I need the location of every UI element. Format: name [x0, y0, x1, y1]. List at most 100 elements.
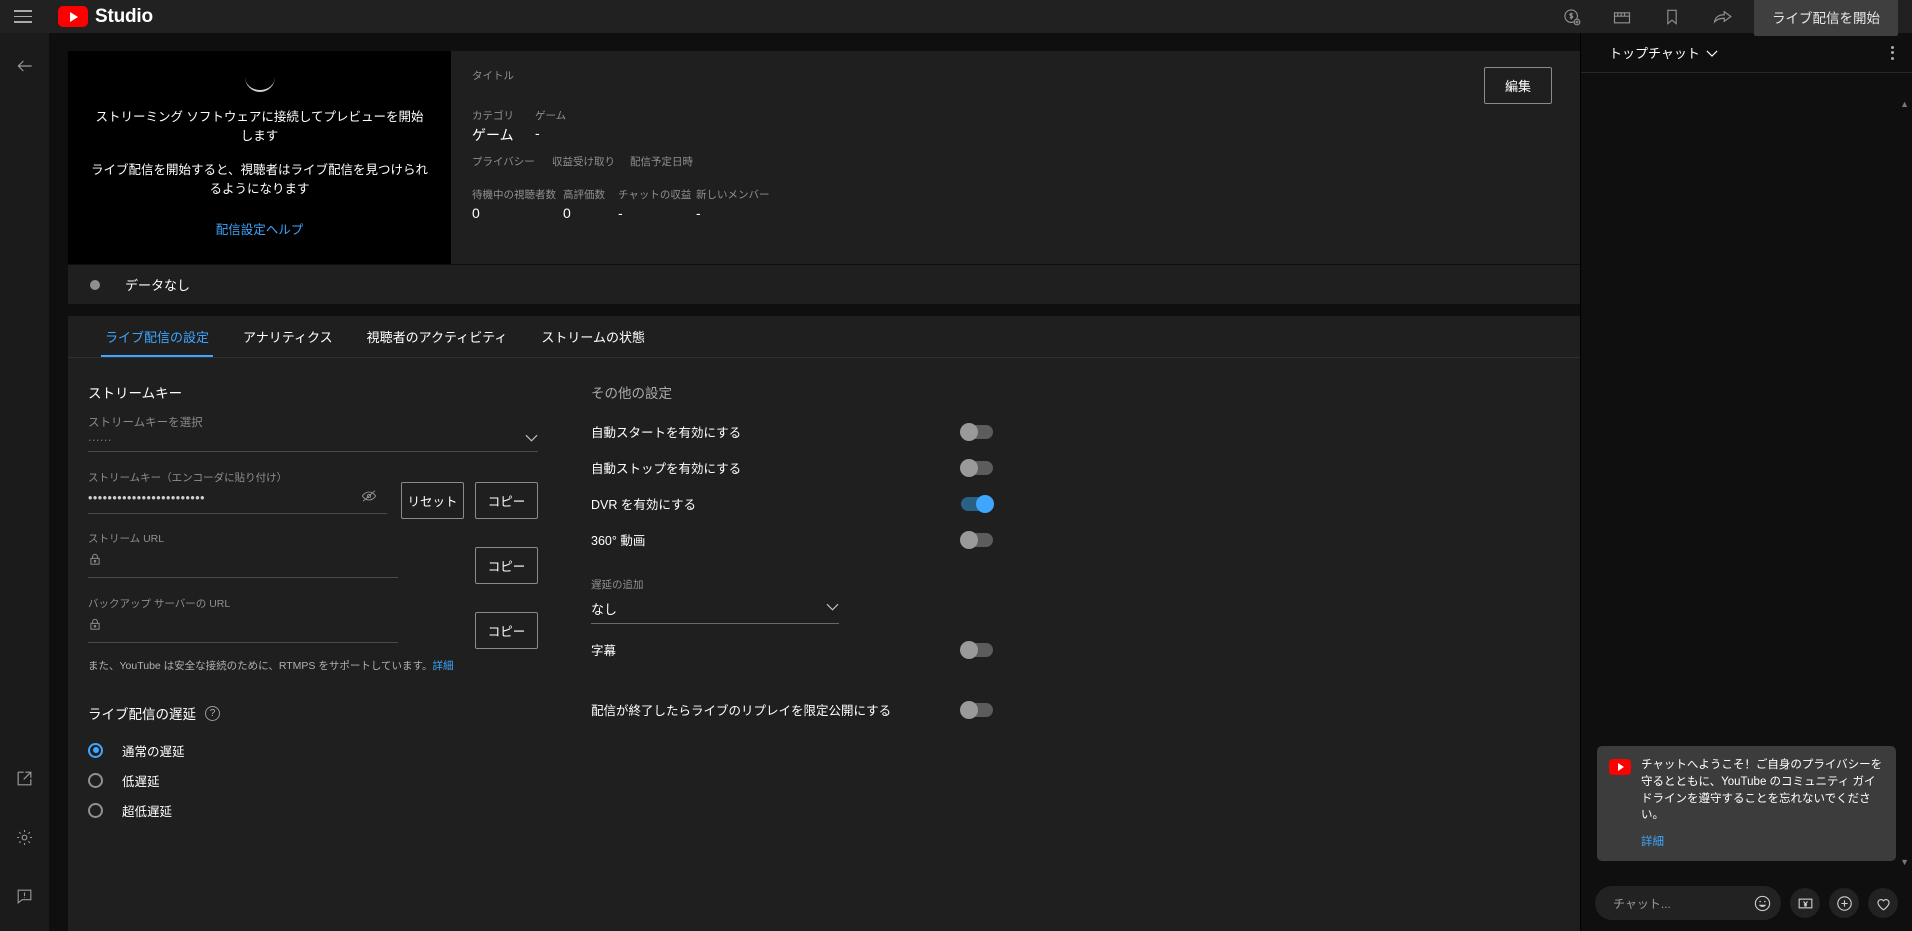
- latency-label: 超低遅延: [122, 804, 173, 819]
- chat-scrollbar[interactable]: [1905, 103, 1910, 851]
- tab-stream-settings[interactable]: ライブ配信の設定: [88, 316, 226, 357]
- latency-option-low[interactable]: 低遅延: [88, 765, 538, 795]
- radio-ultra-low[interactable]: [88, 802, 103, 818]
- toggle-knob: [960, 640, 978, 659]
- bookmark-icon[interactable]: [1660, 5, 1684, 29]
- youtube-logo-icon: [58, 6, 88, 27]
- body-wrapper: ストリーミング ソフトウェアに接続してプレビューを開始します ライブ配信を開始す…: [0, 33, 1912, 931]
- captions-toggle[interactable]: [960, 640, 993, 659]
- scroll-up-icon[interactable]: ▲: [1900, 99, 1909, 109]
- chat-input-bar: チャット...: [1581, 875, 1912, 931]
- rtmps-note-link[interactable]: 詳細: [432, 660, 453, 672]
- hide-password-icon[interactable]: [361, 488, 377, 509]
- toggle-knob: [976, 494, 994, 513]
- auto-start-toggle[interactable]: [960, 422, 993, 441]
- stream-overview-card: ストリーミング ソフトウェアに接続してプレビューを開始します ライブ配信を開始す…: [68, 51, 1580, 264]
- rail-bottom-group: [12, 765, 38, 909]
- emoji-icon[interactable]: [1751, 892, 1773, 914]
- youtube-studio-live-dashboard: Studio ライブ配信を開始 ストリーミング ソフトウェアに接続してプレビュー…: [0, 0, 1912, 931]
- status-text: データなし: [125, 278, 191, 293]
- chat-header: トップチャット: [1581, 33, 1912, 73]
- stat-likes: 高評価数 0: [563, 187, 618, 221]
- setting-dvr: DVR を有効にする: [591, 486, 1580, 521]
- studio-brand[interactable]: Studio: [58, 6, 153, 28]
- rtmps-note-text: また、YouTube は安全な接続のために、RTMPS をサポートしています。: [88, 660, 433, 672]
- chevron-down-icon[interactable]: [525, 433, 538, 445]
- added-delay-select[interactable]: なし: [591, 599, 839, 624]
- tab-viewer-activity[interactable]: 視聴者のアクティビティ: [350, 316, 525, 357]
- dvr-toggle[interactable]: [961, 494, 994, 513]
- stat-label: チャットの収益: [618, 189, 692, 201]
- monetization-icon[interactable]: [1560, 5, 1584, 29]
- stream-url-input-group: ストリーム URL コピー: [88, 531, 538, 584]
- auto-stop-toggle[interactable]: [960, 458, 993, 477]
- game-block: ゲーム -: [535, 108, 566, 145]
- privacy-block: プライバシー: [472, 154, 552, 171]
- game-label: ゲーム: [535, 110, 567, 122]
- chat-welcome-body: チャットへようこそ！ご自身のプライバシーを守るとともに、YouTube のコミュ…: [1641, 757, 1884, 850]
- reset-stream-key-button[interactable]: リセット: [401, 482, 464, 519]
- youtube-logo-icon: [1609, 759, 1631, 776]
- chevron-down-icon[interactable]: [826, 602, 839, 614]
- chevron-down-icon[interactable]: [1706, 45, 1718, 60]
- copy-stream-key-button[interactable]: コピー: [475, 482, 538, 519]
- external-link-icon[interactable]: [12, 765, 38, 791]
- latency-option-ultra-low[interactable]: 超低遅延: [88, 795, 538, 825]
- back-arrow-icon[interactable]: [12, 53, 38, 79]
- edit-button[interactable]: 編集: [1483, 67, 1552, 104]
- chat-mode-selector[interactable]: トップチャット: [1609, 43, 1718, 62]
- monetization-block: 収益受け取り: [552, 154, 630, 171]
- stream-url-field[interactable]: ストリーム URL: [88, 531, 398, 578]
- toggle-knob: [960, 422, 978, 441]
- backup-url-actions: コピー: [412, 612, 538, 649]
- video360-toggle[interactable]: [960, 530, 993, 549]
- share-icon[interactable]: [1710, 5, 1734, 29]
- added-delay-value: なし: [591, 602, 618, 617]
- hamburger-menu-icon[interactable]: [14, 6, 36, 28]
- other-settings-column: その他の設定 自動スタートを有効にする 自動ストップを有効にする DVR を有効…: [538, 382, 1580, 931]
- help-icon[interactable]: ?: [205, 705, 220, 721]
- plus-icon[interactable]: [1829, 888, 1859, 918]
- tab-analytics[interactable]: アナリティクス: [226, 316, 350, 357]
- chat-input-field[interactable]: チャット...: [1595, 886, 1781, 920]
- stream-metadata: 編集 タイトル カテゴリ ゲーム ゲーム - プライバシー 収益受け取り 配信予…: [451, 51, 1580, 264]
- copy-stream-url-button[interactable]: コピー: [475, 547, 538, 584]
- backup-url-input-group: バックアップ サーバーの URL コピー: [88, 596, 538, 649]
- feedback-icon[interactable]: [12, 883, 38, 909]
- latency-option-normal[interactable]: 通常の遅延: [88, 735, 538, 765]
- go-live-button[interactable]: ライブ配信を開始: [1754, 0, 1898, 36]
- gear-icon[interactable]: [12, 824, 38, 850]
- superchat-yen-icon[interactable]: [1790, 888, 1820, 918]
- stream-url-line: [88, 552, 398, 578]
- unlisted-replay-label-wrap: 配信が終了したらライブのリプレイを限定公開にする: [591, 700, 961, 719]
- clapperboard-icon[interactable]: [1610, 5, 1634, 29]
- smile-arc-icon: [244, 77, 275, 92]
- stream-key-select-label: ストリームキーを選択: [88, 417, 203, 429]
- copy-backup-url-button[interactable]: コピー: [475, 612, 538, 649]
- stream-status-bar: データなし: [68, 264, 1580, 304]
- stream-key-select-field[interactable]: ストリームキーを選択 ......: [88, 414, 538, 452]
- preview-primary-text: ストリーミング ソフトウェアに接続してプレビューを開始します: [95, 109, 424, 144]
- scroll-down-icon[interactable]: ▼: [1900, 857, 1909, 867]
- title-label: タイトル: [472, 70, 514, 82]
- radio-low[interactable]: [88, 772, 103, 788]
- monetization-label: 収益受け取り: [552, 156, 615, 168]
- tab-stream-health[interactable]: ストリームの状態: [524, 316, 662, 357]
- schedule-label: 配信予定日時: [630, 156, 693, 168]
- chat-welcome-text: チャットへようこそ！ご自身のプライバシーを守るとともに、YouTube のコミュ…: [1641, 759, 1883, 822]
- stream-key-field[interactable]: ストリームキー（エンコーダに貼り付け） ••••••••••••••••••••…: [88, 470, 387, 514]
- status-indicator-dot: [90, 279, 100, 290]
- chat-options-icon[interactable]: [1885, 40, 1900, 66]
- stream-key-section-title: ストリームキー: [88, 386, 183, 401]
- chat-welcome-link[interactable]: 詳細: [1641, 833, 1664, 849]
- setting-label: 360° 動画: [591, 534, 646, 548]
- radio-normal[interactable]: [88, 742, 103, 758]
- unlisted-replay-toggle[interactable]: [960, 700, 993, 719]
- heart-icon[interactable]: [1868, 888, 1898, 918]
- stream-key-actions: リセット コピー: [401, 482, 538, 519]
- backup-url-field[interactable]: バックアップ サーバーの URL: [88, 596, 398, 643]
- stream-setup-help-link[interactable]: 配信設定ヘルプ: [216, 219, 304, 238]
- stat-waiting-viewers: 待機中の視聴者数 0: [472, 187, 563, 221]
- top-bar: Studio ライブ配信を開始: [0, 0, 1912, 36]
- stream-key-select-row[interactable]: ......: [88, 430, 538, 452]
